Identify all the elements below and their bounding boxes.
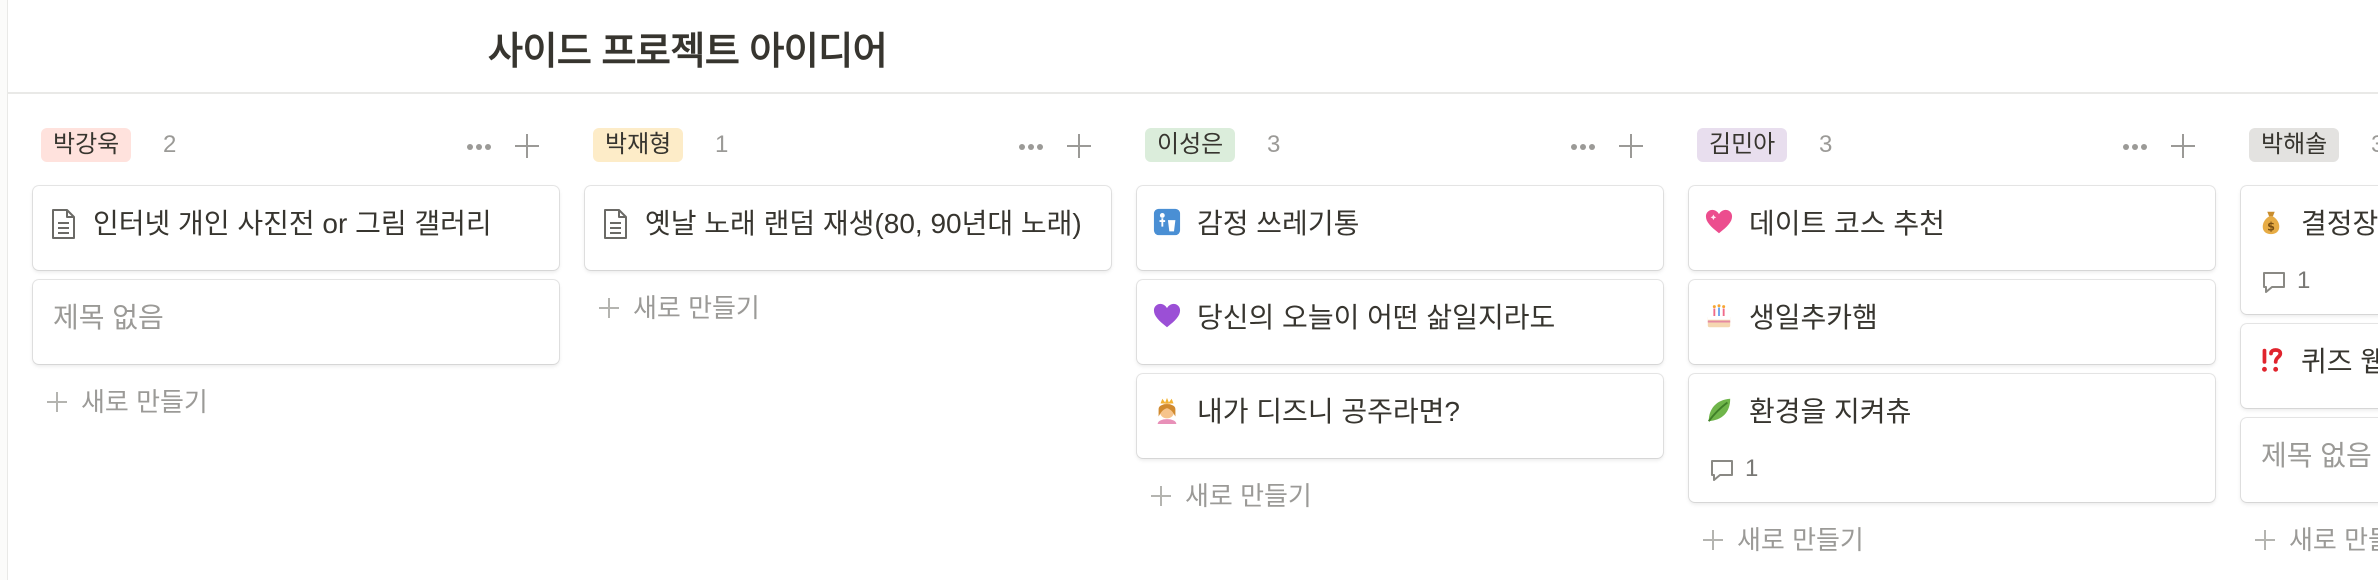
add-card-icon[interactable]: [509, 128, 545, 164]
plus-icon: [41, 386, 73, 418]
add-card-icon[interactable]: [1061, 128, 1097, 164]
comment-icon: [2261, 269, 2287, 295]
card-title: 제목 없음: [2261, 440, 2372, 471]
group-count: 3: [1819, 131, 1833, 158]
card-title: 감정 쓰레기통: [1197, 208, 1360, 239]
plus-icon: [1145, 480, 1177, 512]
notion-board-page: 사이드 프로젝트 아이디어 박강욱 2 인터넷 개인 사진전 or 그림 갤러리제…: [0, 0, 2378, 580]
column-header: 김민아 3: [1689, 122, 2215, 168]
card-title: 인터넷 개인 사진전 or 그림 갤러리: [93, 208, 492, 239]
plus-icon: [593, 292, 625, 324]
add-card-icon[interactable]: [1613, 128, 1649, 164]
column-header: 박해솔 3: [2241, 122, 2378, 168]
board-card[interactable]: 옛날 노래 랜덤 재생(80, 90년대 노래): [585, 186, 1111, 270]
card-title: 생일추카햄: [1749, 302, 1878, 333]
money-bag-emoji-icon: $: [2257, 208, 2285, 240]
card-title: 제목 없음: [53, 302, 164, 333]
new-card-button[interactable]: 새로 만들기: [1145, 476, 1365, 516]
untitled-card[interactable]: 제목 없음: [2241, 418, 2378, 502]
new-card-label: 새로 만들기: [81, 387, 208, 417]
board-column: 김민아 3 데이트 코스 추천 생일추카햄 환경을 지켜츄 1 새로 만들기: [1689, 94, 2215, 580]
untitled-card[interactable]: 제목 없음: [33, 280, 559, 364]
board-card[interactable]: 환경을 지켜츄 1: [1689, 374, 2215, 502]
column-header: 이성은 3: [1137, 122, 1663, 168]
board-column: 박해솔 3 $ 결정장애 1 퀴즈 웹제목 없음새로 만들기: [2241, 94, 2378, 580]
more-options-icon[interactable]: [1013, 128, 1049, 164]
board-card[interactable]: 감정 쓰레기통: [1137, 186, 1663, 270]
leaf-emoji-icon: [1705, 396, 1733, 428]
board-card[interactable]: 당신의 오늘이 어떤 삶일지라도: [1137, 280, 1663, 364]
column-header: 박재형 1: [585, 122, 1111, 168]
add-card-icon[interactable]: [2165, 128, 2201, 164]
exclamation-question-emoji-icon: [2257, 346, 2285, 378]
group-count: 3: [1267, 131, 1281, 158]
card-title: 퀴즈 웹: [2301, 346, 2378, 377]
svg-text:$: $: [2267, 220, 2275, 233]
more-options-icon[interactable]: [461, 128, 497, 164]
card-title: 환경을 지켜츄: [1749, 396, 1912, 427]
new-card-label: 새로 만들기: [1185, 481, 1312, 511]
page-title: 사이드 프로젝트 아이디어: [488, 31, 888, 73]
card-title: 내가 디즈니 공주라면?: [1197, 396, 1460, 427]
comment-count: 1: [2297, 267, 2311, 294]
plus-icon: [1697, 524, 1729, 556]
purple-heart-emoji-icon: [1153, 302, 1181, 334]
group-badge[interactable]: 김민아: [1697, 128, 1788, 162]
board-card[interactable]: 데이트 코스 추천: [1689, 186, 2215, 270]
new-card-button[interactable]: 새로 만들기: [2249, 520, 2378, 560]
more-options-icon[interactable]: [1565, 128, 1601, 164]
new-card-label: 새로 만들기: [633, 293, 760, 323]
comment-icon: [1709, 457, 1735, 483]
card-title: 당신의 오늘이 어떤 삶일지라도: [1197, 302, 1556, 333]
board-card[interactable]: 생일추카햄: [1689, 280, 2215, 364]
group-count: 3: [2371, 131, 2378, 158]
comment-count: 1: [1745, 455, 1759, 482]
group-count: 1: [715, 131, 729, 158]
new-card-button[interactable]: 새로 만들기: [593, 288, 813, 328]
new-card-label: 새로 만들기: [1737, 525, 1864, 555]
column-header: 박강욱 2: [33, 122, 559, 168]
board-card[interactable]: 인터넷 개인 사진전 or 그림 갤러리: [33, 186, 559, 270]
birthday-cake-emoji-icon: [1705, 302, 1733, 334]
page-icon: [601, 208, 629, 240]
group-count: 2: [163, 131, 177, 158]
new-card-button[interactable]: 새로 만들기: [1697, 520, 1917, 560]
board-column: 박재형 1 옛날 노래 랜덤 재생(80, 90년대 노래) 새로 만들기: [585, 94, 1111, 580]
sparkling-heart-emoji-icon: [1705, 208, 1733, 240]
board-card[interactable]: $ 결정장애 1: [2241, 186, 2378, 314]
trash-sign-emoji-icon: [1153, 208, 1181, 240]
plus-icon: [2249, 524, 2281, 556]
new-card-button[interactable]: 새로 만들기: [41, 382, 261, 422]
card-title: 데이트 코스 추천: [1749, 208, 1945, 239]
group-badge[interactable]: 박해솔: [2249, 128, 2340, 162]
page-icon: [49, 208, 77, 240]
card-title: 옛날 노래 랜덤 재생(80, 90년대 노래): [645, 208, 1082, 239]
board-card[interactable]: 내가 디즈니 공주라면?: [1137, 374, 1663, 458]
kanban-board: 박강욱 2 인터넷 개인 사진전 or 그림 갤러리 제목 없음 새로 만들기 박재형 1…: [0, 94, 2378, 580]
group-badge[interactable]: 박강욱: [41, 128, 132, 162]
princess-emoji-icon: [1153, 396, 1181, 428]
board-column: 박강욱 2 인터넷 개인 사진전 or 그림 갤러리제목 없음새로 만들기: [33, 94, 559, 580]
new-card-label: 새로 만들기: [2289, 525, 2378, 555]
board-column: 이성은 3 감정 쓰레기통 당신의 오늘이 어떤 삶일지라도 내가 디즈니 공주라…: [1137, 94, 1663, 580]
group-badge[interactable]: 박재형: [593, 128, 684, 162]
group-badge[interactable]: 이성은: [1145, 128, 1236, 162]
board-card[interactable]: 퀴즈 웹: [2241, 324, 2378, 408]
card-title: 결정장애: [2301, 208, 2378, 239]
more-options-icon[interactable]: [2117, 128, 2153, 164]
